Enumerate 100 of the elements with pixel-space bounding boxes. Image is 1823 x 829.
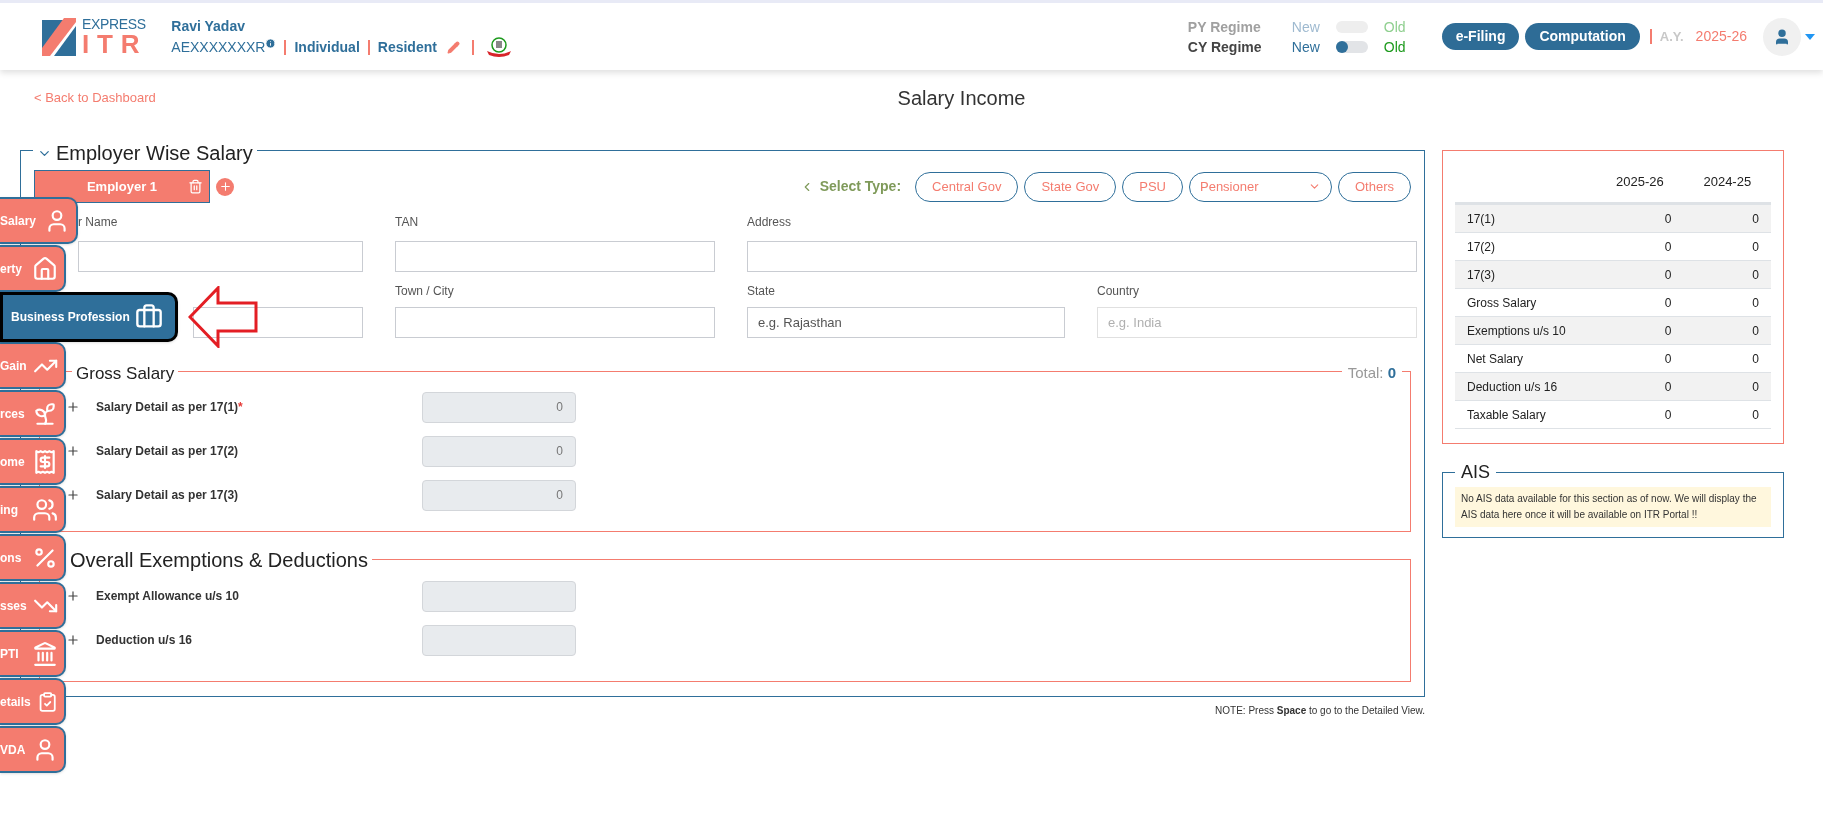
field-label: Country (1097, 283, 1141, 300)
plant-icon (32, 400, 58, 427)
amount-field[interactable]: 0 (422, 435, 576, 467)
logo-icon[interactable] (42, 17, 76, 56)
amount-field[interactable]: 0 (422, 479, 576, 511)
regime-old-label: Old (1383, 37, 1406, 57)
expand-icon[interactable] (66, 633, 80, 647)
regime-label: PY Regime (1187, 17, 1262, 37)
column-header: 2024-25 (1702, 172, 1753, 191)
taxpayer-status: Individual (294, 37, 360, 57)
table-cell-text: Net Salary (1466, 350, 1525, 368)
regime-toggle[interactable] (1335, 40, 1368, 53)
logo-wordmark-top: EXPRESS (82, 16, 147, 31)
table-cell-text: 0 (1751, 266, 1760, 284)
table-cell-text: 0 (1663, 238, 1673, 256)
table-cell-text: 0 (1751, 322, 1760, 340)
field-label: State (747, 283, 777, 300)
sidebar-item[interactable]: Gain (0, 342, 66, 389)
user-avatar[interactable] (1763, 17, 1801, 56)
logo-wordmark-bottom: ITR (82, 30, 148, 57)
section-title: Employer Wise Salary (56, 141, 253, 166)
delete-icon[interactable] (188, 179, 203, 194)
table-cell-text: 0 (1663, 406, 1673, 424)
amount-label: Deduction u/s 16 (96, 632, 194, 649)
sidebar-item[interactable]: VDA (0, 726, 66, 773)
sidebar-item[interactable]: rces (0, 390, 66, 437)
field-label: Address (747, 214, 793, 231)
regime-new-label: New (1291, 37, 1320, 57)
regime-new-label: New (1291, 17, 1320, 37)
assessment-year-value: 2025-26 (1695, 27, 1747, 46)
header-button[interactable]: Computation (1525, 23, 1640, 50)
expand-icon[interactable] (66, 488, 80, 502)
back-link[interactable]: < Back to Dashboard (34, 88, 156, 108)
employer-tab[interactable]: Employer 1 (34, 170, 210, 203)
regime-label: CY Regime (1187, 37, 1263, 57)
amount-label: Salary Detail as per 17(2) (96, 443, 240, 460)
table-cell-text: 17(3) (1466, 266, 1496, 284)
field-label: Town / City (395, 283, 455, 300)
table-cell-text: 17(2) (1466, 238, 1496, 256)
pan-number: AEXXXXXXXR (171, 37, 266, 57)
info-icon[interactable] (265, 37, 277, 49)
table-cell-text: 0 (1751, 294, 1760, 312)
page-title: Salary Income (897, 86, 1026, 111)
expand-icon[interactable] (66, 444, 80, 458)
edit-icon[interactable] (446, 40, 460, 54)
total-label: Total: (1347, 364, 1385, 381)
table-cell-text: 0 (1663, 350, 1673, 368)
expand-icon[interactable] (66, 400, 80, 414)
header-button[interactable]: e-Filing (1441, 23, 1520, 50)
sidebar-item[interactable]: PTI (0, 630, 66, 677)
text-field[interactable]: e.g. India (1097, 307, 1417, 338)
sidebar-item[interactable]: Business Profession (0, 292, 178, 342)
residency-status: Resident (377, 37, 437, 57)
add-icon[interactable] (216, 177, 234, 196)
amount-field[interactable] (422, 580, 576, 612)
table-cell-text: 0 (1751, 210, 1760, 228)
section-title: AIS (1461, 462, 1490, 482)
amount-field[interactable] (422, 624, 576, 656)
sidebar-item[interactable]: sses (0, 582, 66, 629)
table-cell-text: 0 (1751, 378, 1760, 396)
sidebar-item[interactable]: ing (0, 486, 66, 533)
note-text: NOTE: Press Space to go to the Detailed View. (1215, 704, 1425, 718)
sidebar-item[interactable]: ons (0, 534, 66, 581)
column-header: 2025-26 (1615, 172, 1665, 191)
people-icon (32, 496, 58, 523)
ais-message: No AIS data available for this section as of now. We will display the AIS data here once it will be available on ITR Portal !! (1455, 487, 1771, 527)
table-cell-text: 0 (1751, 238, 1760, 256)
table-cell-text: Gross Salary (1466, 294, 1538, 312)
user-name: Ravi Yadav (171, 16, 246, 36)
table-cell-text: Exemptions u/s 10 (1466, 322, 1567, 340)
total-value: 0 (1387, 364, 1396, 381)
bank-icon (32, 640, 58, 667)
table-cell-text: 0 (1663, 210, 1673, 228)
table-cell-text: 0 (1751, 406, 1760, 424)
receipt-icon (32, 448, 58, 475)
select-type-label: Select Type: (819, 177, 902, 196)
text-field[interactable]: e.g. Rajasthan (747, 307, 1065, 338)
text-field[interactable] (395, 307, 715, 338)
field-label: r Name (78, 214, 119, 231)
sidebar-item[interactable]: etails (0, 678, 66, 725)
expand-icon[interactable] (66, 589, 80, 603)
text-field[interactable] (747, 241, 1417, 272)
sidebar-item[interactable]: erty (0, 245, 66, 292)
sidebar-item[interactable]: ome (0, 438, 66, 485)
text-field[interactable] (395, 241, 715, 272)
amount-label: Exempt Allowance u/s 10 (96, 588, 240, 605)
dropdown-caret-icon[interactable] (1805, 33, 1815, 40)
briefcase-icon (135, 303, 163, 331)
text-field[interactable] (193, 307, 363, 338)
table-cell-text: 0 (1663, 294, 1673, 312)
table-cell-text: 0 (1663, 378, 1673, 396)
section-title: Gross Salary (76, 364, 175, 383)
table-cell-text: 0 (1751, 350, 1760, 368)
table-cell-text: 0 (1663, 322, 1673, 340)
table-cell-text: 0 (1663, 266, 1673, 284)
field-label: TAN (395, 214, 420, 231)
regime-old-label: Old (1383, 17, 1406, 37)
text-field[interactable] (78, 241, 363, 272)
sidebar-item[interactable]: Salary (0, 197, 78, 244)
amount-field[interactable]: 0 (422, 391, 576, 423)
